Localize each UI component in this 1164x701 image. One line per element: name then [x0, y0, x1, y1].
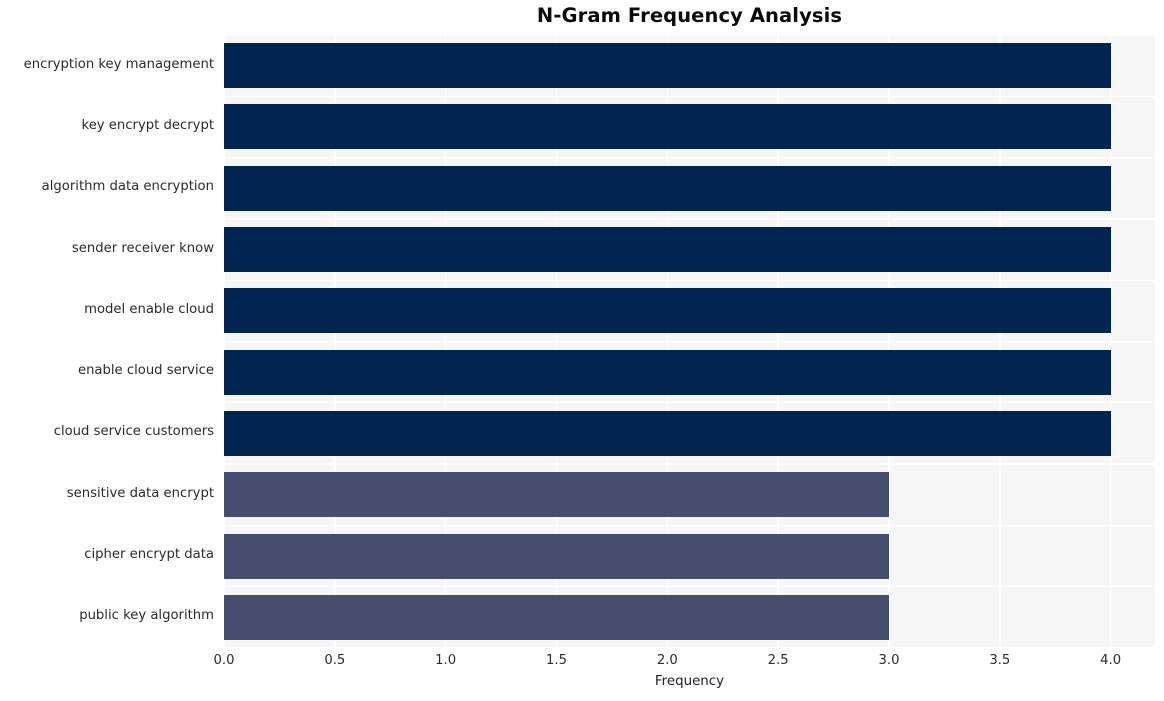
y-gridline	[224, 463, 1155, 465]
y-tick-label: cloud service customers	[53, 424, 214, 440]
y-tick-label: sender receiver know	[71, 240, 214, 256]
y-gridline	[224, 402, 1155, 404]
bar[interactable]	[224, 43, 1111, 89]
x-tick-label: 1.5	[546, 653, 567, 668]
y-tick-label: model enable cloud	[84, 301, 214, 317]
chart-title: N-Gram Frequency Analysis	[536, 4, 843, 27]
y-gridline	[224, 340, 1155, 343]
x-tick-label: 4.0	[1100, 653, 1122, 668]
bar[interactable]	[224, 472, 889, 518]
y-tick-label: sensitive data encrypt	[66, 485, 214, 501]
x-tick-label: 1.0	[435, 653, 457, 668]
bar[interactable]	[224, 165, 1111, 211]
bar[interactable]	[224, 349, 1111, 395]
x-tick-label: 0.0	[213, 653, 235, 668]
y-axis-tick-labels: encryption key management key encrypt dec…	[0, 0, 214, 701]
y-gridline	[224, 35, 1155, 36]
plot-area	[224, 35, 1155, 648]
y-gridline	[224, 156, 1155, 159]
bar[interactable]	[224, 104, 1111, 150]
y-gridline	[224, 279, 1155, 281]
y-tick-label: cipher encrypt data	[84, 547, 214, 563]
bar[interactable]	[224, 594, 889, 640]
y-tick-label: key encrypt decrypt	[81, 117, 214, 133]
chart-figure: N-Gram Frequency Analysis encryption key…	[0, 0, 1164, 701]
x-tick-label: 3.5	[989, 653, 1011, 668]
x-tick-label: 3.0	[878, 653, 900, 668]
y-gridline	[224, 218, 1155, 220]
bar[interactable]	[224, 533, 889, 579]
y-tick-label: public key algorithm	[79, 608, 214, 624]
y-gridline	[224, 586, 1155, 588]
y-gridline	[224, 95, 1155, 97]
bar[interactable]	[224, 227, 1111, 273]
y-gridline	[224, 647, 1155, 648]
y-tick-label: encryption key management	[23, 56, 214, 72]
x-tick-label: 2.5	[767, 653, 789, 668]
x-tick-label: 0.5	[324, 653, 346, 668]
bar[interactable]	[224, 288, 1111, 334]
y-tick-label: algorithm data encryption	[41, 179, 214, 195]
bar[interactable]	[224, 410, 1111, 456]
x-axis-label: Frequency	[654, 674, 725, 689]
x-tick-label: 2.0	[656, 653, 678, 668]
y-gridline	[224, 524, 1155, 527]
y-tick-label: enable cloud service	[77, 363, 214, 379]
